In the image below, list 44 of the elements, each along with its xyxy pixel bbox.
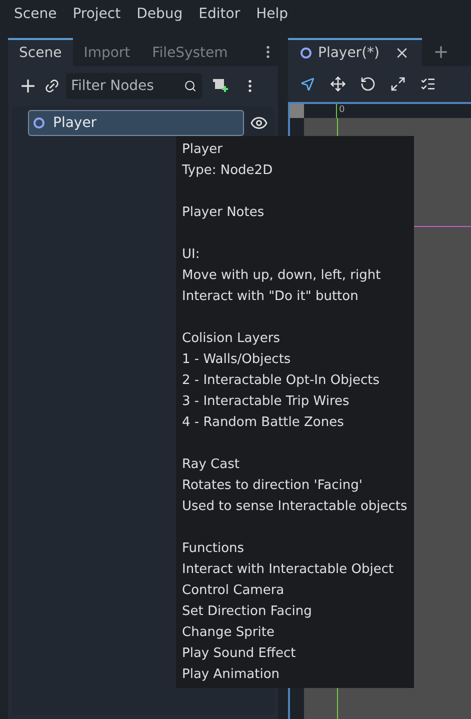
tooltip-line: 2 - Interactable Opt-In Objects (182, 372, 381, 390)
tooltip-line: UI: (182, 246, 201, 264)
rotate-tool-icon[interactable] (360, 76, 376, 92)
list-tool-icon[interactable] (420, 76, 436, 92)
tooltip-line: Type: Node2D (182, 162, 274, 180)
tooltip-line: Rotates to direction 'Facing' (182, 477, 364, 495)
menu-item[interactable]: Debug (128, 4, 191, 24)
tooltip-line: Play Sound Effect (182, 645, 297, 663)
dock-tab[interactable]: Scene (8, 38, 73, 66)
dock-tab[interactable]: Import (72, 38, 142, 66)
node-circle-icon (33, 117, 45, 129)
tooltip-line: Ray Cast (182, 456, 240, 474)
tooltip-line: Set Direction Facing (182, 603, 313, 621)
search-icon (184, 79, 197, 93)
tooltip-line: 4 - Random Battle Zones (182, 414, 345, 432)
tree-item[interactable]: Player (28, 110, 244, 136)
visibility-icon[interactable] (250, 114, 268, 132)
tooltip-line: Interact with "Do it" button (182, 288, 360, 306)
tooltip-line: 3 - Interactable Trip Wires (182, 393, 350, 411)
tooltip-line: 1 - Walls/Objects (182, 351, 292, 369)
menu-item[interactable]: Editor (190, 4, 248, 24)
scale-tool-icon[interactable] (390, 76, 406, 92)
dock-tab[interactable]: FileSystem (141, 38, 239, 66)
tooltip-line: Change Sprite (182, 624, 276, 642)
filter-input[interactable]: Filter Nodes (71, 76, 184, 96)
node-circle-icon (300, 47, 312, 59)
document-tab[interactable]: Player(*) (288, 38, 422, 66)
tooltip-line: Player Notes (182, 204, 266, 222)
menu-item[interactable]: Project (64, 4, 129, 24)
tooltip-line: Move with up, down, left, right (182, 267, 382, 285)
tooltip-line: Functions (182, 540, 246, 558)
select-tool-icon[interactable] (300, 76, 316, 92)
move-tool-icon[interactable] (330, 76, 346, 92)
tooltip-line: Interact with Interactable Object (182, 561, 395, 579)
menu-item[interactable]: Help (248, 4, 296, 24)
tooltip-line: Used to sense Interactable objects (182, 498, 408, 516)
tooltip-line: Player (182, 141, 224, 159)
node-label: Player (53, 114, 97, 132)
filter-field[interactable]: Filter Nodes (66, 73, 202, 99)
menu-item[interactable]: Scene (6, 4, 65, 24)
tooltip-line: Colision Layers (182, 330, 281, 348)
tooltip-line: Play Animation (182, 666, 281, 684)
tooltip-line: Control Camera (182, 582, 286, 600)
ruler-corner (290, 104, 304, 118)
